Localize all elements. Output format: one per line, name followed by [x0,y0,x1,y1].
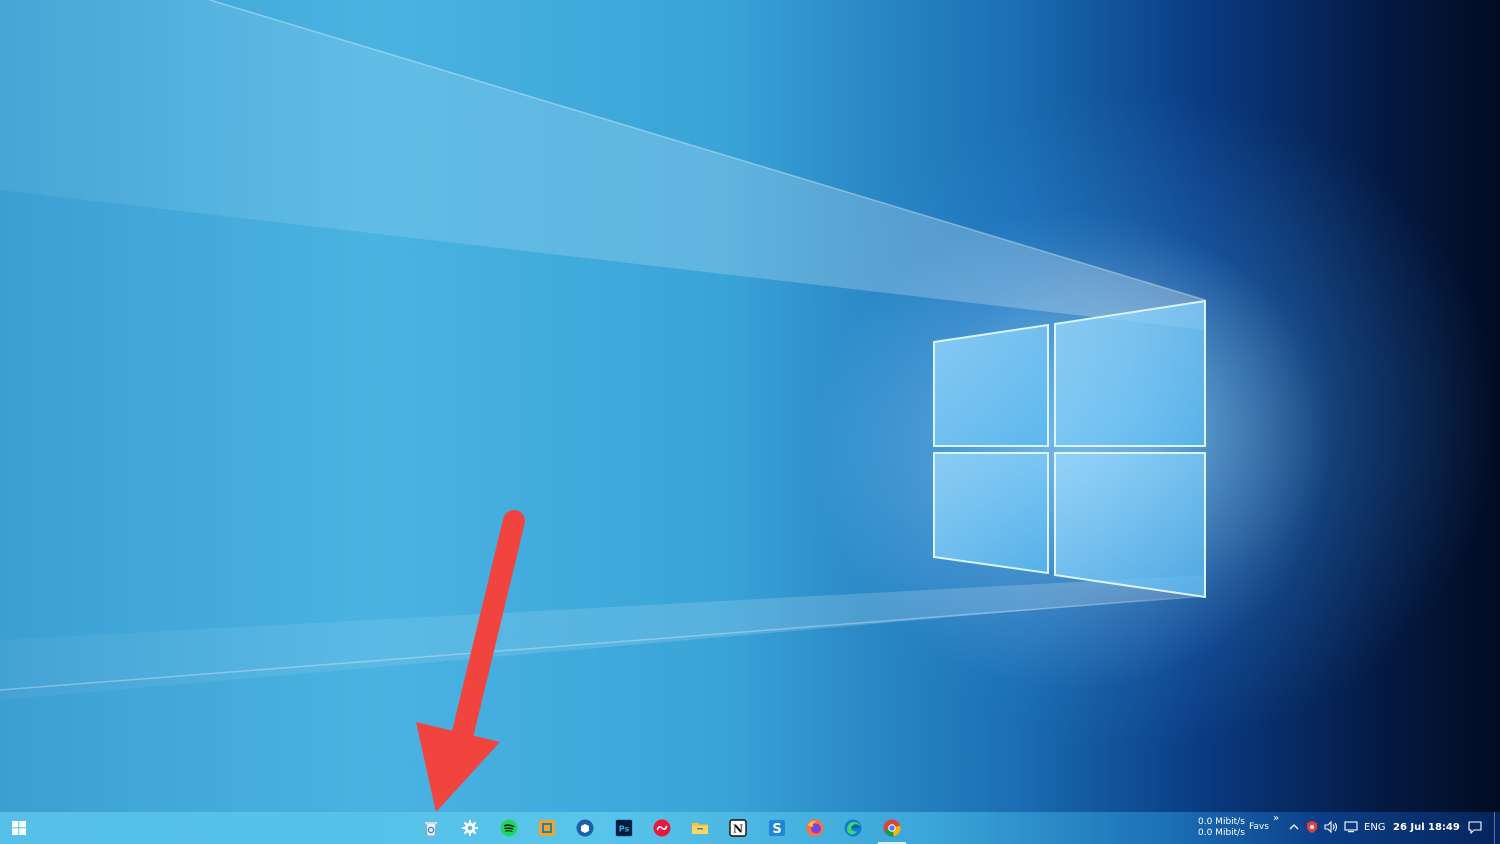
edge-icon [844,819,862,837]
orange-app-icon [539,820,555,836]
taskbar-spotify[interactable] [491,812,527,844]
creative-cloud-icon [653,819,671,837]
photoshop-icon: Ps [615,819,633,837]
taskbar-blue-s-app[interactable]: S [759,812,795,844]
volume-icon[interactable] [1323,820,1339,834]
taskbar-creative-cloud[interactable] [644,812,680,844]
start-button[interactable] [0,812,38,844]
taskbar-chrome[interactable] [874,812,910,844]
taskbar-edge[interactable] [835,812,871,844]
taskbar-photoshop[interactable]: Ps [606,812,642,844]
desktop-wallpaper [0,0,1330,812]
show-desktop-button[interactable] [1494,812,1495,844]
taskbar-blue-circle-app[interactable] [567,812,603,844]
chrome-icon [883,819,901,837]
recycle-bin-icon [425,822,437,837]
notification-center-icon[interactable] [1467,820,1483,834]
clock-time[interactable]: 18:49 [1428,822,1460,833]
settings-gear-icon [462,820,478,836]
favs-toolbar-label[interactable]: Favs [1249,822,1269,832]
logo-glow [810,210,1330,690]
firefox-icon [806,819,824,837]
svg-text:Ps: Ps [619,825,630,834]
file-explorer-icon [692,823,708,834]
taskbar-recycle-bin[interactable] [413,812,449,844]
taskbar-settings[interactable] [452,812,488,844]
blue-circle-app-icon [576,819,594,837]
language-indicator[interactable]: ENG [1364,822,1386,833]
chevron-up-icon[interactable] [1288,820,1300,834]
favs-chevron[interactable]: » [1273,813,1279,824]
clock-date[interactable]: 26 Jul [1393,822,1425,833]
svg-text:S: S [772,822,781,837]
blue-s-app-icon: S [769,820,785,837]
spotify-icon [500,819,518,837]
upload-speed: 0.0 Mibit/s [1198,817,1245,827]
desktop[interactable] [0,0,1500,812]
notion-icon: N [729,819,747,837]
windows-logo-icon [12,821,26,835]
taskbar: Ps N S 0.0 Mibit/s 0.0 Mibit/s Favs » EN… [0,812,1500,844]
network-icon[interactable] [1343,820,1359,834]
download-speed: 0.0 Mibit/s [1198,828,1245,838]
taskbar-orange-app[interactable] [529,812,565,844]
svg-text:N: N [733,823,743,836]
security-shield-icon[interactable] [1306,820,1318,834]
taskbar-file-explorer[interactable] [682,812,718,844]
taskbar-notion[interactable]: N [720,812,756,844]
red-arrow-annotation [416,510,525,812]
taskbar-firefox[interactable] [797,812,833,844]
